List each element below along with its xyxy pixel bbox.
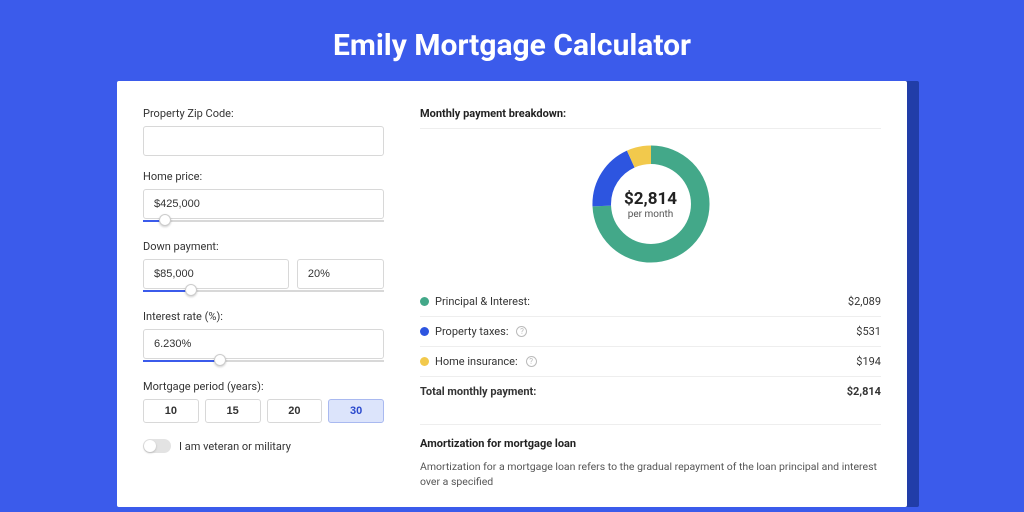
period-button-15[interactable]: 15 xyxy=(205,399,261,423)
slider-thumb[interactable] xyxy=(185,284,197,296)
zip-input[interactable] xyxy=(143,126,384,156)
donut-amount: $2,814 xyxy=(624,189,677,209)
slider-track xyxy=(143,220,384,222)
breakdown-list: Principal & Interest: $2,089 Property taxe… xyxy=(420,287,881,377)
breakdown-row: Principal & Interest: $2,089 xyxy=(420,287,881,317)
total-value: $2,814 xyxy=(847,385,881,398)
down-payment-label: Down payment: xyxy=(143,240,384,253)
breakdown-column: Monthly payment breakdown: $2,814 per mo… xyxy=(402,81,907,507)
breakdown-item-value: $2,089 xyxy=(848,295,881,308)
slider-fill xyxy=(143,360,220,362)
inputs-column: Property Zip Code: Home price: Down paym… xyxy=(117,81,402,507)
donut-chart-wrap: $2,814 per month xyxy=(420,139,881,269)
toggle-knob xyxy=(144,440,156,452)
breakdown-item-label: Home insurance: xyxy=(435,355,518,368)
legend-dot xyxy=(420,327,429,336)
home-price-label: Home price: xyxy=(143,170,384,183)
down-payment-input[interactable] xyxy=(143,259,289,289)
period-button-group: 10152030 xyxy=(143,399,384,423)
breakdown-item-value: $531 xyxy=(856,325,881,338)
period-button-10[interactable]: 10 xyxy=(143,399,199,423)
zip-label: Property Zip Code: xyxy=(143,107,384,120)
home-price-field: Home price: xyxy=(143,170,384,226)
breakdown-item-label: Property taxes: xyxy=(435,325,508,338)
interest-rate-field: Interest rate (%): xyxy=(143,310,384,366)
zip-field: Property Zip Code: xyxy=(143,107,384,156)
mortgage-period-label: Mortgage period (years): xyxy=(143,380,384,393)
veteran-label: I am veteran or military xyxy=(179,440,291,453)
period-button-20[interactable]: 20 xyxy=(267,399,323,423)
legend-dot xyxy=(420,297,429,306)
breakdown-item-label: Principal & Interest: xyxy=(435,295,530,308)
slider-fill xyxy=(143,290,191,292)
veteran-row: I am veteran or military xyxy=(143,439,384,453)
total-label: Total monthly payment: xyxy=(420,385,536,398)
calculator-card: Property Zip Code: Home price: Down paym… xyxy=(117,81,907,507)
amortization-section: Amortization for mortgage loan Amortizat… xyxy=(420,424,881,489)
info-icon[interactable]: ? xyxy=(526,356,537,367)
info-icon[interactable]: ? xyxy=(516,326,527,337)
legend-dot xyxy=(420,357,429,366)
breakdown-item-value: $194 xyxy=(856,355,881,368)
period-button-30[interactable]: 30 xyxy=(328,399,384,423)
amortization-title: Amortization for mortgage loan xyxy=(420,437,881,450)
slider-thumb[interactable] xyxy=(214,354,226,366)
down-payment-field: Down payment: xyxy=(143,240,384,296)
amortization-body: Amortization for a mortgage loan refers … xyxy=(420,460,881,489)
veteran-toggle[interactable] xyxy=(143,439,171,453)
home-price-input[interactable] xyxy=(143,189,384,219)
page-title: Emily Mortgage Calculator xyxy=(0,0,1024,81)
down-payment-slider[interactable] xyxy=(143,288,384,296)
donut-center: $2,814 per month xyxy=(586,139,716,269)
breakdown-row: Home insurance:? $194 xyxy=(420,347,881,377)
interest-rate-input[interactable] xyxy=(143,329,384,359)
breakdown-title: Monthly payment breakdown: xyxy=(420,107,881,129)
home-price-slider[interactable] xyxy=(143,218,384,226)
down-payment-pct-input[interactable] xyxy=(297,259,384,289)
breakdown-row: Property taxes:? $531 xyxy=(420,317,881,347)
interest-rate-slider[interactable] xyxy=(143,358,384,366)
donut-chart: $2,814 per month xyxy=(586,139,716,269)
breakdown-total-row: Total monthly payment: $2,814 xyxy=(420,377,881,406)
donut-sub: per month xyxy=(628,209,674,220)
slider-thumb[interactable] xyxy=(159,214,171,226)
interest-rate-label: Interest rate (%): xyxy=(143,310,384,323)
mortgage-period-field: Mortgage period (years): 10152030 xyxy=(143,380,384,423)
